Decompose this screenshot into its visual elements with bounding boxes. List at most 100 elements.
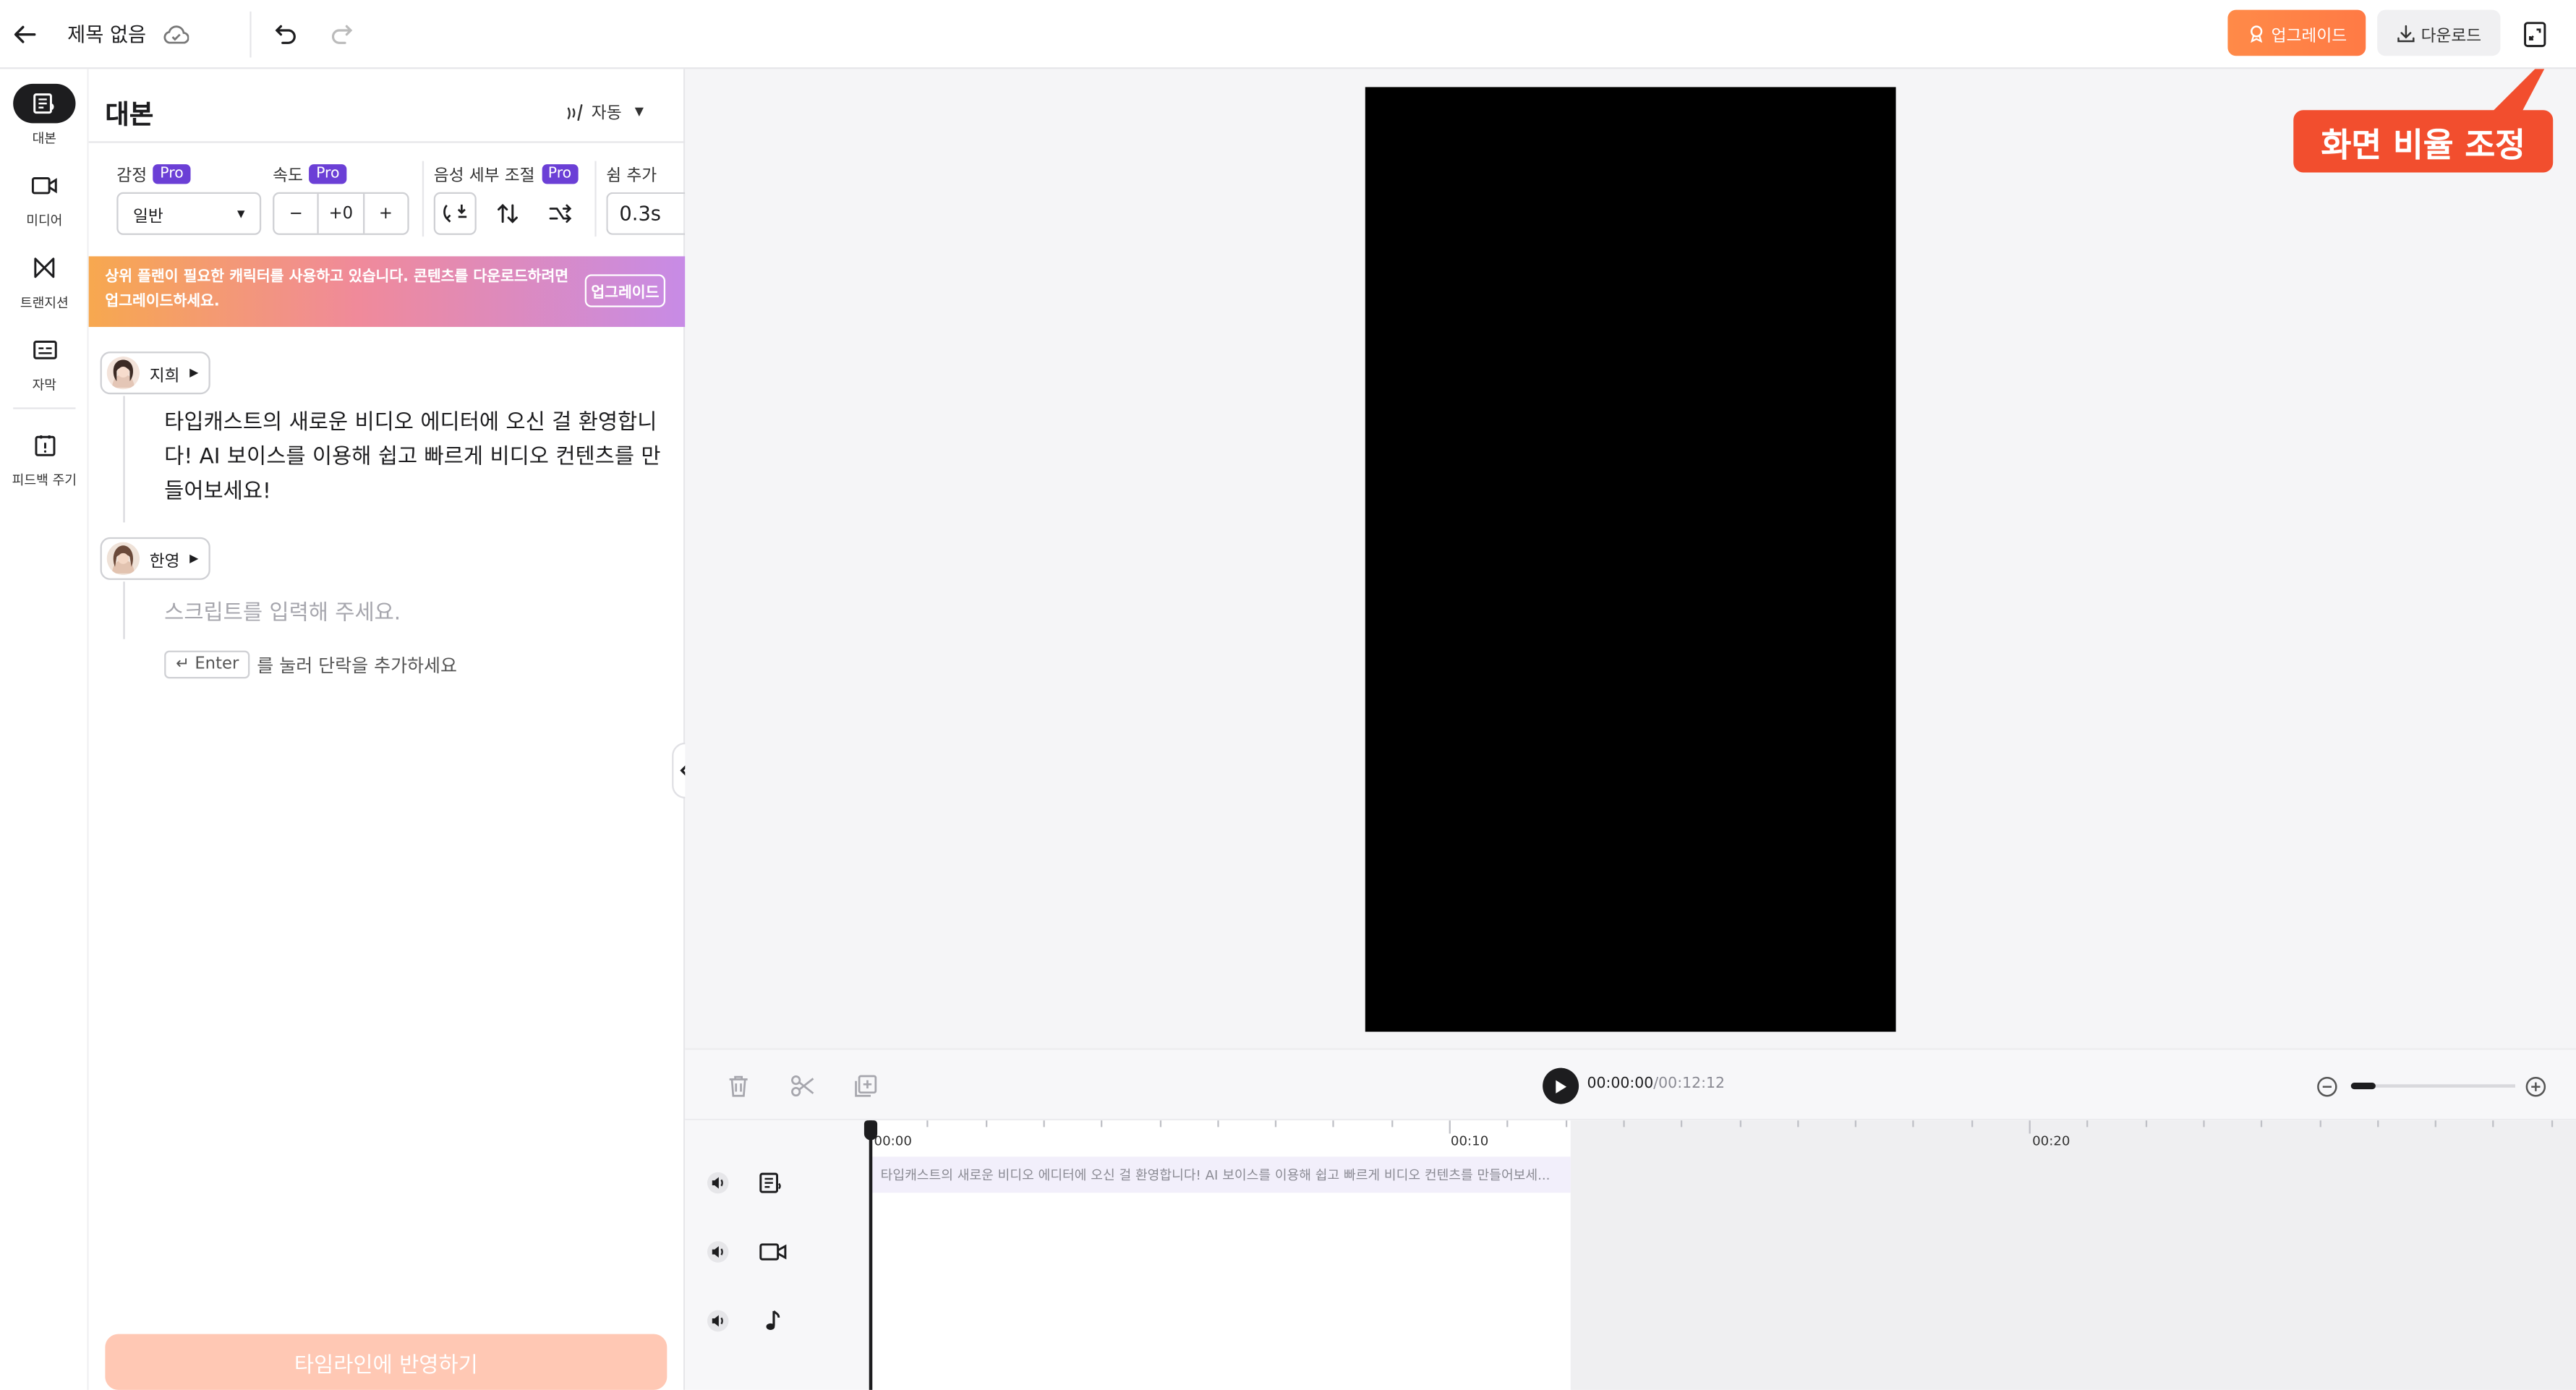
- ruler-tick: [1275, 1120, 1277, 1127]
- rail-label: 자막: [32, 378, 57, 393]
- playhead-handle[interactable]: [863, 1120, 878, 1140]
- intonation-icon: [443, 204, 467, 223]
- emotion-label: 감정 Pro: [116, 161, 190, 186]
- rail-item-media[interactable]: 미디어: [0, 166, 89, 230]
- ruler-tick: [2144, 1120, 2147, 1127]
- ruler-tick: [2261, 1120, 2263, 1127]
- subtitle-icon: [33, 341, 56, 359]
- enter-hint: ↵ Enter 를 눌러 단락을 추가하세요: [164, 650, 457, 679]
- feedback-icon: [34, 435, 55, 456]
- ruler-tick: [1043, 1120, 1045, 1127]
- speed-plus-button[interactable]: +: [362, 194, 407, 234]
- trash-icon[interactable]: [721, 1070, 754, 1102]
- speed-stepper: − +0 +: [273, 192, 409, 235]
- ruler-tick: [2376, 1120, 2379, 1127]
- rail-item-transition[interactable]: 트랜지션: [0, 248, 89, 312]
- project-title[interactable]: 제목 없음: [67, 20, 146, 48]
- rail-label: 미디어: [26, 213, 63, 229]
- ruler-tick: [1565, 1120, 1567, 1127]
- redo-icon[interactable]: [322, 14, 362, 54]
- play-button[interactable]: [1543, 1067, 1579, 1104]
- ruler-tick: [985, 1120, 987, 1127]
- aspect-ratio-icon[interactable]: [2515, 14, 2555, 54]
- speed-label: 속도 Pro: [273, 161, 346, 186]
- timeline-toolbar: 00:00:00/00:12:12: [685, 1048, 2576, 1121]
- chevron-right-icon: ▶: [189, 552, 199, 566]
- back-arrow-icon[interactable]: [5, 14, 45, 54]
- speed-value[interactable]: +0: [317, 194, 362, 234]
- video-canvas[interactable]: [1365, 87, 1896, 1032]
- speaker-volume-icon[interactable]: [703, 1306, 733, 1336]
- current-time: 00:00:00: [1587, 1075, 1654, 1093]
- script-clip[interactable]: 타입캐스트의 새로운 비디오 에디터에 오신 걸 환영합니다! AI 보이스를 …: [869, 1156, 1571, 1193]
- apply-to-timeline-button[interactable]: 타임라인에 반영하기: [105, 1334, 668, 1390]
- upgrade-button[interactable]: 업그레이드: [2227, 9, 2366, 56]
- banner-upgrade-button[interactable]: 업그레이드: [584, 274, 666, 307]
- scissors-icon[interactable]: [785, 1070, 818, 1102]
- divider: [422, 161, 425, 237]
- ruler-tick: [2203, 1120, 2205, 1127]
- speaker-name: 한영: [149, 553, 180, 571]
- video-track-icon: [757, 1237, 787, 1267]
- ruler-tick: [2434, 1120, 2437, 1127]
- avatar: [106, 356, 140, 390]
- divider: [250, 11, 252, 58]
- speaker-name: 지희: [149, 367, 180, 385]
- download-button[interactable]: 다운로드: [2377, 9, 2501, 56]
- duplicate-icon[interactable]: [848, 1070, 880, 1102]
- rail-label: 트랜지션: [20, 295, 69, 311]
- voice-wave-icon: [567, 103, 583, 120]
- rail-divider: [13, 407, 76, 409]
- ruler-label: 00:20: [2032, 1133, 2070, 1148]
- ruler-tick: [2493, 1120, 2495, 1127]
- avatar: [106, 542, 140, 576]
- cloud-sync-icon: [156, 14, 196, 54]
- zoom-in-icon[interactable]: [2519, 1070, 2551, 1102]
- ruler-tick: [1623, 1120, 1625, 1127]
- tempo-button[interactable]: [539, 192, 581, 235]
- download-icon: [2397, 24, 2414, 42]
- divider: [88, 141, 686, 143]
- voice-detail-label-text: 음성 세부 조절: [433, 167, 535, 186]
- zoom-out-icon[interactable]: [2310, 1070, 2342, 1102]
- preview-area: 화면 비율 조정: [685, 69, 2576, 1049]
- pitch-button[interactable]: [486, 192, 529, 235]
- award-icon: [2249, 25, 2262, 42]
- ruler-tick: [1913, 1120, 1915, 1127]
- video-editor-app: 제목 없음 업그레이드 다운로드 대본 미디어 트랜지션 자막 피드백 주기 대…: [0, 0, 2576, 1390]
- rail-label: 대본: [32, 131, 57, 147]
- block-connector: [123, 396, 125, 523]
- pause-input[interactable]: 0.3s: [606, 192, 686, 235]
- chevron-down-icon: ▼: [236, 208, 245, 220]
- speaker-select[interactable]: 지희 ▶: [100, 351, 210, 395]
- undo-icon[interactable]: [266, 14, 306, 54]
- speaker-volume-icon[interactable]: [703, 1237, 733, 1267]
- playhead[interactable]: [869, 1120, 873, 1390]
- zoom-slider-fill[interactable]: [2350, 1083, 2376, 1090]
- speaker-select[interactable]: 한영 ▶: [100, 537, 210, 580]
- chevron-right-icon: ▶: [189, 366, 199, 380]
- rail-item-script[interactable]: 대본: [0, 83, 89, 148]
- pro-badge: Pro: [310, 163, 346, 184]
- block-connector: [123, 581, 125, 639]
- rail-item-feedback[interactable]: 피드백 주기: [0, 425, 89, 490]
- rail-item-subtitle[interactable]: 자막: [0, 331, 89, 395]
- voice-detail-label: 음성 세부 조절 Pro: [434, 161, 579, 186]
- ruler-tick: [1739, 1120, 1741, 1127]
- speed-minus-button[interactable]: −: [274, 194, 317, 234]
- up-down-arrows-icon: [497, 203, 518, 223]
- time-ruler[interactable]: 00:00 00:10 00:20: [869, 1120, 2576, 1156]
- script-input-placeholder[interactable]: 스크립트를 입력해 주세요.: [164, 594, 401, 626]
- ruler-tick: [926, 1120, 929, 1127]
- video-icon: [31, 177, 57, 195]
- auto-mode-select[interactable]: 자동 ▼: [565, 98, 644, 123]
- ruler-tick: [1159, 1120, 1161, 1127]
- total-time: /00:12:12: [1653, 1075, 1726, 1093]
- pro-badge: Pro: [153, 163, 190, 184]
- left-nav-rail: 대본 미디어 트랜지션 자막 피드백 주기: [0, 69, 89, 1390]
- script-paragraph[interactable]: 타입캐스트의 새로운 비디오 에디터에 오신 걸 환영합니다! AI 보이스를 …: [164, 406, 670, 509]
- speaker-volume-icon[interactable]: [703, 1168, 733, 1198]
- music-note-icon: [757, 1306, 787, 1336]
- intonation-button[interactable]: [433, 192, 477, 235]
- emotion-select[interactable]: 일반 ▼: [116, 192, 262, 235]
